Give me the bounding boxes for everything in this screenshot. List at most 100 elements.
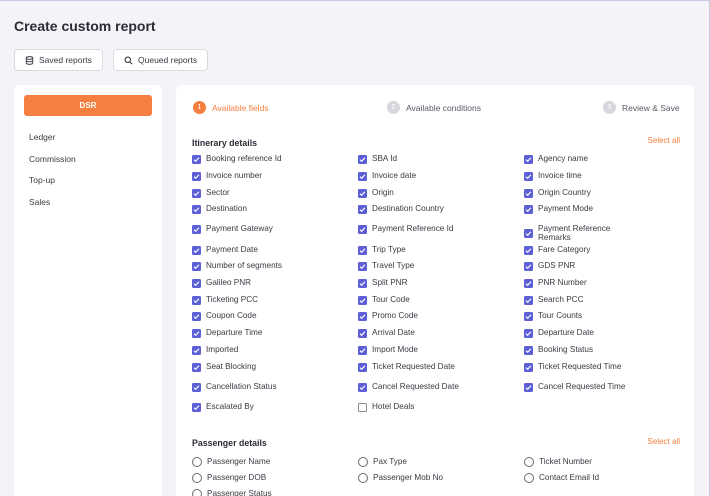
itinerary-field[interactable]: Tour Code	[358, 296, 518, 305]
passenger-field[interactable]: Contact Email Id	[524, 473, 684, 483]
sidebar-item-commission[interactable]: Commission	[29, 154, 76, 164]
passenger-field[interactable]: Ticket Number	[524, 457, 684, 467]
sidebar-item-sales[interactable]: Sales	[29, 197, 50, 207]
itinerary-field[interactable]: PNR Number	[524, 279, 684, 288]
checkbox-checked[interactable]	[524, 229, 533, 238]
itinerary-field[interactable]: Travel Type	[358, 262, 518, 271]
checkbox-unchecked[interactable]	[358, 403, 367, 412]
itinerary-field[interactable]: Invoice date	[358, 172, 518, 181]
itinerary-field[interactable]: Sector	[192, 189, 352, 198]
itinerary-field[interactable]: Fare Category	[524, 246, 684, 255]
checkbox-checked[interactable]	[192, 189, 201, 198]
checkbox-checked[interactable]	[192, 155, 201, 164]
itinerary-field[interactable]: Cancellation Status	[192, 383, 352, 392]
passenger-select-all-link[interactable]: Select all	[648, 437, 680, 446]
checkbox-checked[interactable]	[524, 312, 533, 321]
radio-button[interactable]	[524, 473, 534, 483]
itinerary-field[interactable]: Arrival Date	[358, 329, 518, 338]
checkbox-checked[interactable]	[192, 296, 201, 305]
itinerary-field[interactable]: GDS PNR	[524, 262, 684, 271]
checkbox-checked[interactable]	[192, 383, 201, 392]
checkbox-checked[interactable]	[192, 329, 201, 338]
itinerary-field[interactable]: Search PCC	[524, 296, 684, 305]
itinerary-field[interactable]: Payment Reference Remarks	[524, 224, 684, 242]
itinerary-field[interactable]: Payment Reference Id	[358, 225, 518, 234]
itinerary-field[interactable]: Origin	[358, 189, 518, 198]
radio-button[interactable]	[192, 489, 202, 496]
checkbox-checked[interactable]	[192, 346, 201, 355]
checkbox-checked[interactable]	[192, 363, 201, 372]
passenger-field[interactable]: Passenger DOB	[192, 473, 352, 483]
checkbox-checked[interactable]	[358, 383, 367, 392]
checkbox-checked[interactable]	[192, 172, 201, 181]
radio-button[interactable]	[358, 473, 368, 483]
checkbox-checked[interactable]	[358, 189, 367, 198]
checkbox-checked[interactable]	[524, 246, 533, 255]
checkbox-checked[interactable]	[358, 225, 367, 234]
checkbox-checked[interactable]	[358, 279, 367, 288]
itinerary-select-all-link[interactable]: Select all	[648, 136, 680, 145]
checkbox-checked[interactable]	[358, 329, 367, 338]
itinerary-field[interactable]: Cancel Requested Date	[358, 383, 518, 392]
checkbox-checked[interactable]	[524, 205, 533, 214]
itinerary-field[interactable]: Tour Counts	[524, 312, 684, 321]
itinerary-field[interactable]: Booking reference Id	[192, 155, 352, 164]
checkbox-checked[interactable]	[358, 246, 367, 255]
checkbox-checked[interactable]	[192, 312, 201, 321]
checkbox-checked[interactable]	[192, 246, 201, 255]
itinerary-field[interactable]: Payment Date	[192, 246, 352, 255]
itinerary-field[interactable]: Seat Blocking	[192, 363, 352, 372]
checkbox-checked[interactable]	[358, 346, 367, 355]
checkbox-checked[interactable]	[192, 225, 201, 234]
step-available-conditions[interactable]: 2 Available conditions	[387, 101, 481, 114]
checkbox-checked[interactable]	[192, 205, 201, 214]
checkbox-checked[interactable]	[524, 296, 533, 305]
checkbox-checked[interactable]	[192, 262, 201, 271]
itinerary-field[interactable]: Promo Code	[358, 312, 518, 321]
radio-button[interactable]	[192, 457, 202, 467]
checkbox-checked[interactable]	[524, 346, 533, 355]
itinerary-field[interactable]: Hotel Deals	[358, 403, 518, 412]
saved-reports-button[interactable]: Saved reports	[14, 49, 103, 71]
itinerary-field[interactable]: Destination	[192, 205, 352, 214]
radio-button[interactable]	[192, 473, 202, 483]
itinerary-field[interactable]: Origin Country	[524, 189, 684, 198]
radio-button[interactable]	[358, 457, 368, 467]
passenger-field[interactable]: Pax Type	[358, 457, 518, 467]
checkbox-checked[interactable]	[524, 363, 533, 372]
itinerary-field[interactable]: Split PNR	[358, 279, 518, 288]
itinerary-field[interactable]: Number of segments	[192, 262, 352, 271]
checkbox-checked[interactable]	[358, 363, 367, 372]
itinerary-field[interactable]: Trip Type	[358, 246, 518, 255]
checkbox-checked[interactable]	[524, 155, 533, 164]
itinerary-field[interactable]: SBA Id	[358, 155, 518, 164]
passenger-field[interactable]: Passenger Status	[192, 489, 352, 496]
checkbox-checked[interactable]	[524, 189, 533, 198]
sidebar-item-ledger[interactable]: Ledger	[29, 132, 55, 142]
itinerary-field[interactable]: Ticket Requested Time	[524, 363, 684, 372]
itinerary-field[interactable]: Payment Gateway	[192, 225, 352, 234]
sidebar-item-dsr[interactable]: DSR	[24, 95, 152, 116]
step-available-fields[interactable]: 1 Available fields	[193, 101, 269, 114]
passenger-field[interactable]: Passenger Mob No	[358, 473, 518, 483]
radio-button[interactable]	[524, 457, 534, 467]
itinerary-field[interactable]: Import Mode	[358, 346, 518, 355]
itinerary-field[interactable]: Invoice time	[524, 172, 684, 181]
itinerary-field[interactable]: Agency name	[524, 155, 684, 164]
checkbox-checked[interactable]	[524, 329, 533, 338]
itinerary-field[interactable]: Payment Mode	[524, 205, 684, 214]
step-review-save[interactable]: 3 Review & Save	[603, 101, 680, 114]
itinerary-field[interactable]: Departure Date	[524, 329, 684, 338]
checkbox-checked[interactable]	[192, 279, 201, 288]
itinerary-field[interactable]: Destination Country	[358, 205, 518, 214]
checkbox-checked[interactable]	[524, 279, 533, 288]
sidebar-item-top-up[interactable]: Top-up	[29, 175, 55, 185]
checkbox-checked[interactable]	[524, 262, 533, 271]
itinerary-field[interactable]: Ticketing PCC	[192, 296, 352, 305]
passenger-field[interactable]: Passenger Name	[192, 457, 352, 467]
checkbox-checked[interactable]	[358, 155, 367, 164]
itinerary-field[interactable]: Escalated By	[192, 403, 352, 412]
itinerary-field[interactable]: Departure Time	[192, 329, 352, 338]
checkbox-checked[interactable]	[358, 172, 367, 181]
checkbox-checked[interactable]	[524, 172, 533, 181]
